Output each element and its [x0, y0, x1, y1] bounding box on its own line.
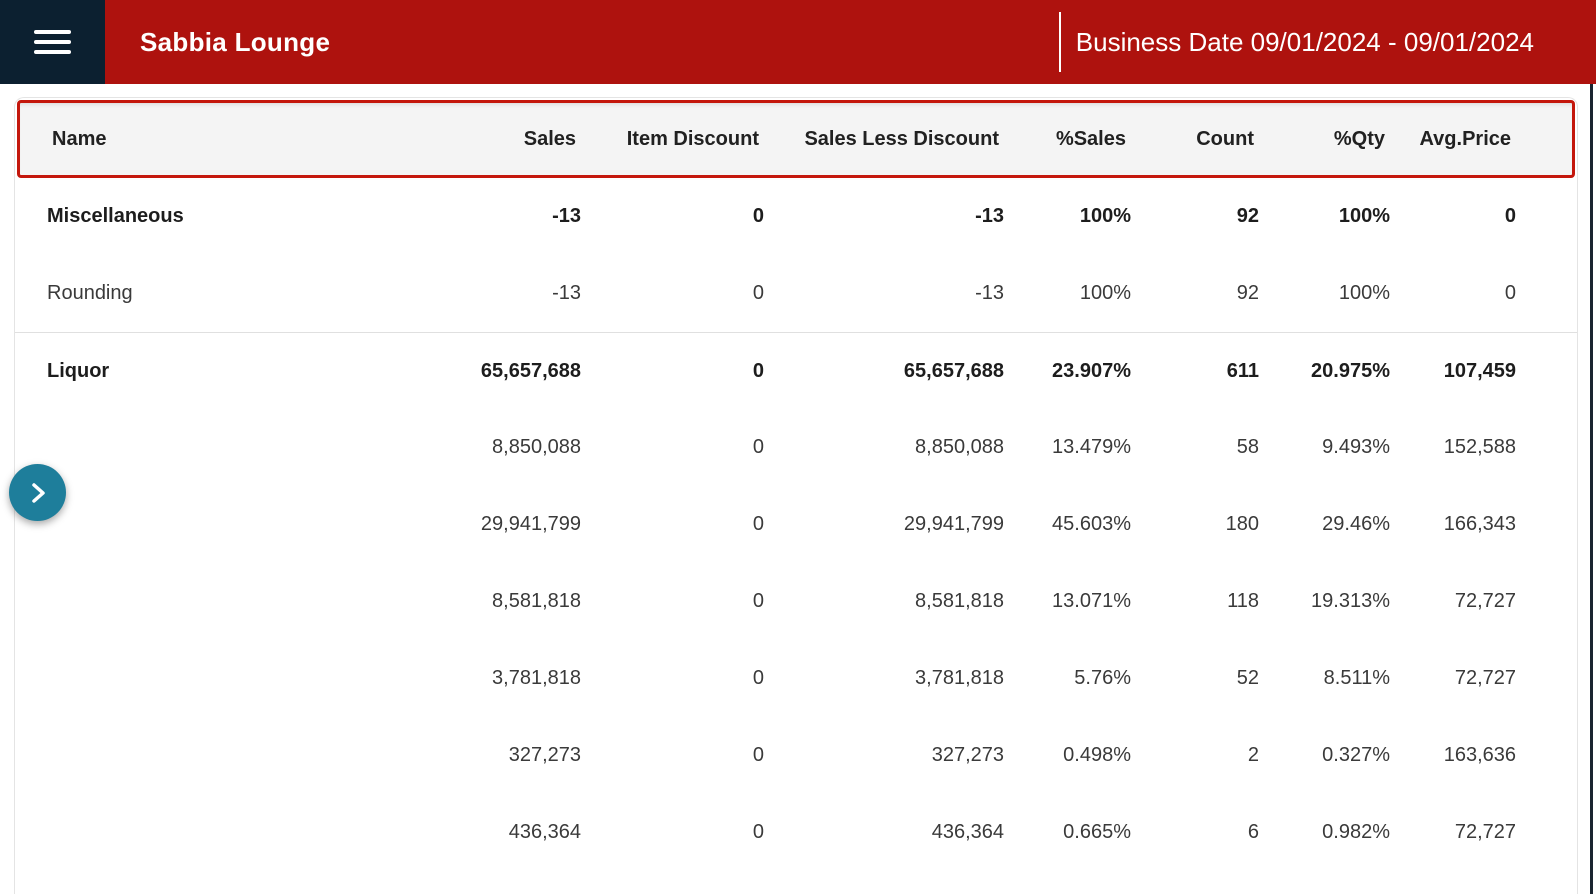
cell-value: -13 — [381, 205, 581, 228]
cell-value: 0 — [581, 667, 764, 690]
cell-value: 23.907% — [1004, 360, 1131, 383]
cell-value: 0 — [581, 205, 764, 228]
column-header-item-discount[interactable]: Item Discount — [576, 128, 759, 151]
cell-value: 20.975% — [1259, 360, 1390, 383]
column-header-name[interactable]: Name — [20, 128, 376, 151]
column-header-count[interactable]: Count — [1126, 128, 1254, 151]
cell-value: 13.479% — [1004, 436, 1131, 459]
cell-value: 100% — [1259, 282, 1390, 305]
cell-value: 65,657,688 — [764, 360, 1004, 383]
cell-value: 0 — [1390, 282, 1516, 305]
cell-value: 9.493% — [1259, 436, 1390, 459]
cell-value: -13 — [764, 205, 1004, 228]
column-header-avg-price[interactable]: Avg.Price — [1385, 128, 1511, 151]
column-header-sales[interactable]: Sales — [376, 128, 576, 151]
table-row[interactable]: 436,364 0 436,364 0.665% 6 0.982% 72,727 — [15, 794, 1577, 871]
table-row[interactable]: 8,850,088 0 8,850,088 13.479% 58 9.493% … — [15, 409, 1577, 486]
cell-value: 5.76% — [1004, 667, 1131, 690]
cell-value: 29,941,799 — [381, 513, 581, 536]
cell-value: 0 — [581, 821, 764, 844]
cell-value: 8,581,818 — [381, 590, 581, 613]
cell-value: 8,581,818 — [764, 590, 1004, 613]
cell-value: 0 — [581, 360, 764, 383]
cell-value: 52 — [1131, 667, 1259, 690]
table-row[interactable]: Miscellaneous -13 0 -13 100% 92 100% 0 — [15, 178, 1577, 255]
cell-value: 0 — [1390, 205, 1516, 228]
cell-value: 45.603% — [1004, 513, 1131, 536]
chevron-right-icon — [27, 480, 49, 506]
cell-value: 29,941,799 — [764, 513, 1004, 536]
cell-value: 0.982% — [1259, 821, 1390, 844]
cell-value: 72,727 — [1390, 590, 1516, 613]
cell-value: 152,588 — [1390, 436, 1516, 459]
cell-value: 100% — [1004, 205, 1131, 228]
cell-value: 0 — [581, 590, 764, 613]
cell-name: Miscellaneous — [15, 205, 381, 228]
cell-value: 0 — [581, 744, 764, 767]
cell-value: 0.665% — [1004, 821, 1131, 844]
vertical-scrollbar[interactable] — [1590, 84, 1593, 894]
cell-value: 65,657,688 — [381, 360, 581, 383]
cell-value: 58 — [1131, 436, 1259, 459]
cell-value: 100% — [1004, 282, 1131, 305]
column-header-pct-sales[interactable]: %Sales — [999, 128, 1126, 151]
hamburger-menu-icon — [34, 24, 71, 60]
cell-value: 0.327% — [1259, 744, 1390, 767]
column-header-sales-less-discount[interactable]: Sales Less Discount — [759, 128, 999, 151]
cell-value: 436,364 — [381, 821, 581, 844]
cell-value: 611 — [1131, 360, 1259, 383]
cell-value: 0.498% — [1004, 744, 1131, 767]
cell-value: 8,850,088 — [764, 436, 1004, 459]
cell-value: 118 — [1131, 590, 1259, 613]
table-row[interactable]: 3,781,818 0 3,781,818 5.76% 52 8.511% 72… — [15, 640, 1577, 717]
cell-value: 8.511% — [1259, 667, 1390, 690]
table-row[interactable]: 8,581,818 0 8,581,818 13.071% 118 19.313… — [15, 563, 1577, 640]
table-row[interactable]: Liquor 65,657,688 0 65,657,688 23.907% 6… — [15, 332, 1577, 409]
cell-value: 327,273 — [764, 744, 1004, 767]
cell-value: 3,781,818 — [381, 667, 581, 690]
table-row[interactable]: 327,273 0 327,273 0.498% 2 0.327% 163,63… — [15, 717, 1577, 794]
cell-value: 72,727 — [1390, 667, 1516, 690]
table-body: Miscellaneous -13 0 -13 100% 92 100% 0 R… — [15, 178, 1577, 871]
topbar: Sabbia Lounge Business Date 09/01/2024 -… — [0, 0, 1596, 84]
cell-value: 166,343 — [1390, 513, 1516, 536]
cell-value: 92 — [1131, 282, 1259, 305]
cell-value: -13 — [381, 282, 581, 305]
cell-value: 100% — [1259, 205, 1390, 228]
cell-value: -13 — [764, 282, 1004, 305]
cell-value: 0 — [581, 282, 764, 305]
table-row[interactable]: 29,941,799 0 29,941,799 45.603% 180 29.4… — [15, 486, 1577, 563]
column-header-pct-qty[interactable]: %Qty — [1254, 128, 1385, 151]
cell-value: 0 — [581, 513, 764, 536]
cell-value: 180 — [1131, 513, 1259, 536]
cell-value: 327,273 — [381, 744, 581, 767]
cell-value: 0 — [581, 436, 764, 459]
table-row[interactable]: Rounding -13 0 -13 100% 92 100% 0 — [15, 255, 1577, 332]
cell-value: 13.071% — [1004, 590, 1131, 613]
cell-value: 19.313% — [1259, 590, 1390, 613]
cell-value: 72,727 — [1390, 821, 1516, 844]
cell-name: Liquor — [15, 360, 381, 383]
business-date-label[interactable]: Business Date 09/01/2024 - 09/01/2024 — [1076, 27, 1534, 58]
cell-value: 29.46% — [1259, 513, 1390, 536]
cell-value: 436,364 — [764, 821, 1004, 844]
cell-value: 92 — [1131, 205, 1259, 228]
cell-name: Rounding — [15, 282, 381, 305]
cell-value: 2 — [1131, 744, 1259, 767]
page-title: Sabbia Lounge — [140, 27, 330, 58]
menu-button[interactable] — [0, 0, 105, 84]
cell-value: 107,459 — [1390, 360, 1516, 383]
expand-panel-button[interactable] — [9, 464, 66, 521]
cell-value: 3,781,818 — [764, 667, 1004, 690]
report-table: Name Sales Item Discount Sales Less Disc… — [14, 97, 1578, 894]
table-header-row: Name Sales Item Discount Sales Less Disc… — [17, 100, 1575, 178]
cell-value: 163,636 — [1390, 744, 1516, 767]
cell-value: 6 — [1131, 821, 1259, 844]
topbar-divider — [1059, 12, 1061, 72]
cell-value: 8,850,088 — [381, 436, 581, 459]
